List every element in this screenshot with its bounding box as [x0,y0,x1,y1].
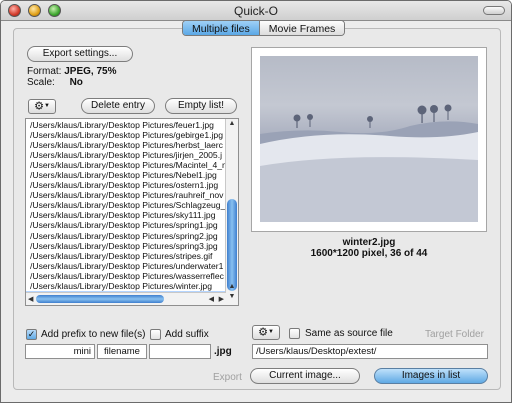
scale-label: Scale: No [27,77,83,88]
title-bar: Quick-O [1,1,511,21]
list-item[interactable]: /Users/klaus/Library/Desktop Pictures/ji… [26,150,226,160]
list-item[interactable]: /Users/klaus/Library/Desktop Pictures/os… [26,180,226,190]
tab-multiple-files[interactable]: Multiple files [183,21,259,35]
list-item[interactable]: /Users/klaus/Library/Desktop Pictures/sp… [26,241,226,251]
preview-photo [260,56,478,222]
scroll-up-icon[interactable]: ▲ [227,120,237,128]
suffix-checkbox[interactable] [150,329,161,340]
tab-movie-frames[interactable]: Movie Frames [258,21,345,35]
chevron-down-icon: ▼ [43,103,50,109]
toolbar-toggle-button[interactable] [483,6,505,15]
scroll-left-icon[interactable]: ◀ [28,295,33,303]
same-as-source-checkbox[interactable] [289,328,300,339]
scroll-right-icon[interactable]: ▶ [219,295,224,303]
suffix-input[interactable] [149,344,211,359]
chevron-down-icon: ▼ [267,329,274,335]
target-folder-label: Target Folder [425,329,484,340]
gear-icon: ⚙ [258,326,268,339]
list-item[interactable]: /Users/klaus/Library/Desktop Pictures/ra… [26,190,226,200]
image-preview [251,47,487,232]
list-action-menu[interactable]: ⚙▼ [28,99,56,114]
list-item[interactable]: /Users/klaus/Library/Desktop Pictures/fe… [26,120,226,130]
export-settings-button[interactable]: Export settings... [27,46,133,62]
mode-tabs: Multiple files Movie Frames [182,20,346,36]
same-as-source-label: Same as source file [305,328,393,339]
scroll-down-icon[interactable]: ▼ [227,293,237,301]
scroll-left-icon[interactable]: ◀ [209,295,214,303]
file-list-rows: /Users/klaus/Library/Desktop Pictures/fe… [26,120,226,305]
list-item[interactable]: /Users/klaus/Library/Desktop Pictures/Sc… [26,200,226,210]
suffix-label: Add suffix [165,329,209,340]
list-item[interactable]: /Users/klaus/Library/Desktop Pictures/wi… [26,281,226,291]
target-action-menu[interactable]: ⚙▼ [252,325,280,340]
extension-label: .jpg [214,346,232,357]
scale-caption: Scale: [27,77,55,88]
images-in-list-button[interactable]: Images in list [374,368,488,384]
preview-info: 1600*1200 pixel, 36 of 44 [310,248,428,259]
format-value: JPEG, 75% [64,66,117,77]
export-label: Export [213,372,242,383]
format-caption: Format: [27,66,62,77]
window-title: Quick-O [233,4,278,18]
list-item[interactable]: /Users/klaus/Library/Desktop Pictures/Ne… [26,170,226,180]
vertical-scrollbar[interactable]: ▲ ▲ ▼ [225,119,238,305]
list-item[interactable]: /Users/klaus/Library/Desktop Pictures/sp… [26,220,226,230]
prefix-label: Add prefix to new file(s) [41,329,146,340]
delete-entry-button[interactable]: Delete entry [81,98,155,114]
list-item[interactable]: /Users/klaus/Library/Desktop Pictures/Ma… [26,160,226,170]
scale-value: No [69,77,83,88]
current-image-button[interactable]: Current image... [250,368,360,384]
list-item[interactable]: /Users/klaus/Library/Desktop Pictures/he… [26,140,226,150]
preview-filename: winter2.jpg [342,237,396,248]
app-window: Quick-O Multiple files Movie Frames Expo… [0,0,512,403]
horizontal-scrollbar[interactable]: ◀ ◀ ▶ [26,292,226,305]
gear-icon: ⚙ [34,100,44,113]
list-item[interactable]: /Users/klaus/Library/Desktop Pictures/wa… [26,271,226,281]
filename-field: filename [97,344,147,359]
empty-list-button[interactable]: Empty list! [165,98,237,114]
vertical-scroll-thumb[interactable] [227,199,237,291]
scroll-up-icon[interactable]: ▲ [227,283,237,291]
list-item[interactable]: /Users/klaus/Library/Desktop Pictures/ge… [26,130,226,140]
list-item[interactable]: /Users/klaus/Library/Desktop Pictures/un… [26,261,226,271]
horizontal-scroll-thumb[interactable] [36,295,164,303]
list-item[interactable]: /Users/klaus/Library/Desktop Pictures/sp… [26,231,226,241]
list-item[interactable]: /Users/klaus/Library/Desktop Pictures/sk… [26,210,226,220]
target-path-field[interactable]: /Users/klaus/Desktop/extest/ [252,344,488,359]
prefix-input[interactable]: mini [25,344,95,359]
prefix-checkbox[interactable]: ✓ [26,329,37,340]
file-list[interactable]: /Users/klaus/Library/Desktop Pictures/fe… [25,118,239,306]
list-item[interactable]: /Users/klaus/Library/Desktop Pictures/st… [26,251,226,261]
format-label: Format: JPEG, 75% [27,66,117,77]
